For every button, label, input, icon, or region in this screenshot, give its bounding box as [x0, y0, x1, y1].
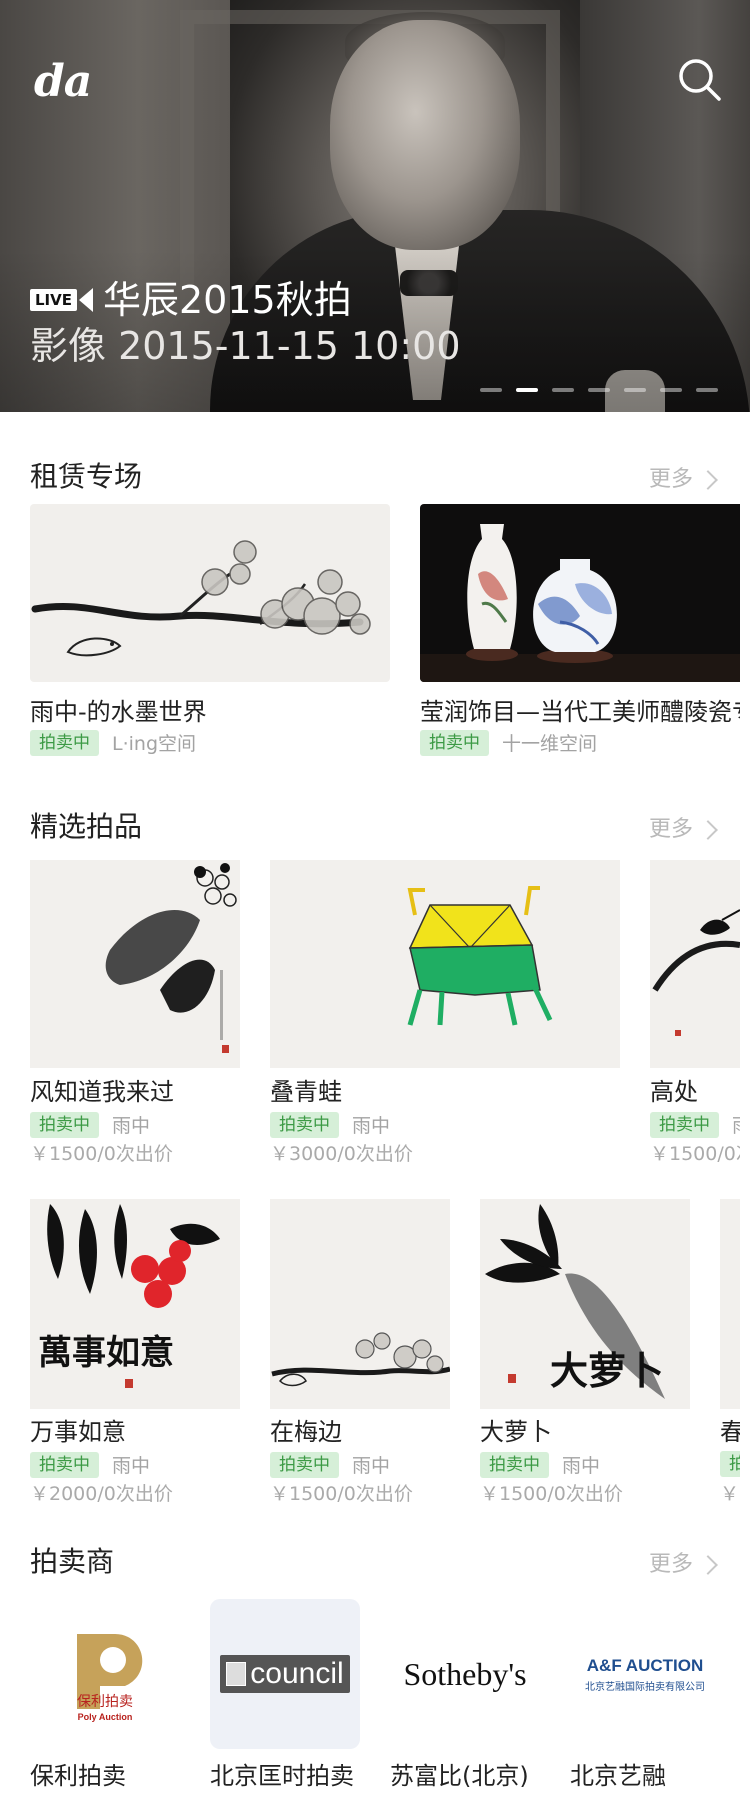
- artwork-title[interactable]: 风知道我来过: [30, 1076, 174, 1108]
- artist-label: 雨中: [562, 1455, 601, 1477]
- artist-label: 雨中: [112, 1455, 151, 1477]
- dealers-section-title: 拍卖商: [30, 1545, 115, 1578]
- artwork-title[interactable]: 叠青蛙: [270, 1076, 342, 1108]
- ink-bird-painting: [105, 863, 237, 1053]
- plum-branch-painting: [271, 1332, 450, 1387]
- status-badge: 拍卖中: [480, 1451, 549, 1478]
- artwork-meta: 拍卖中 雨中: [650, 1111, 740, 1138]
- origami-frog-painting: [407, 886, 553, 1026]
- artwork-meta: 拍卖中 雨中: [480, 1451, 600, 1478]
- featured-section-title: 精选拍品: [30, 810, 143, 843]
- rental-card-image[interactable]: [30, 504, 390, 682]
- artwork-price: ￥1500/0次出价: [650, 1143, 740, 1165]
- status-badge: 拍卖中: [420, 729, 489, 756]
- artwork-title[interactable]: 万事如意: [30, 1416, 126, 1448]
- artist-label: 雨中: [732, 1111, 740, 1138]
- ink-branch-painting: [31, 540, 371, 657]
- artwork-image[interactable]: 大萝卜: [480, 1199, 690, 1409]
- artwork-image[interactable]: 萬事如意: [30, 1199, 240, 1409]
- artwork-image[interactable]: [30, 860, 240, 1068]
- artwork-meta: 拍卖中 雨中: [270, 1111, 390, 1138]
- chevron-right-icon: [698, 1555, 718, 1575]
- artwork-title[interactable]: 在梅边: [270, 1416, 342, 1448]
- porcelain-vases-photo: [420, 524, 740, 682]
- dealer-logo-council[interactable]: council: [210, 1599, 360, 1749]
- artist-label: 雨中: [112, 1115, 151, 1137]
- artwork-meta: 拍卖中 雨中: [270, 1451, 390, 1478]
- dealer-name[interactable]: 北京匡时拍卖: [210, 1760, 354, 1792]
- poly-logo-cn: 保利拍卖: [77, 1694, 133, 1710]
- council-logo: council: [220, 1655, 350, 1693]
- dealer-name[interactable]: 保利拍卖: [30, 1760, 126, 1792]
- artwork-title[interactable]: 春: [720, 1416, 740, 1448]
- dealer-logo-af[interactable]: A&F AUCTION 北京艺融国际拍卖有限公司: [570, 1599, 720, 1749]
- af-auction-logo-sub: 北京艺融国际拍卖有限公司: [585, 1681, 705, 1693]
- artist-label: 雨中: [352, 1455, 391, 1477]
- rental-more-link[interactable]: 更多: [649, 460, 718, 500]
- status-badge: 拍卖中: [270, 1451, 339, 1478]
- featured-more-link[interactable]: 更多: [649, 810, 718, 850]
- status-badge: 拍卖中: [720, 1451, 740, 1477]
- persimmon-painting: 萬事如意: [38, 1204, 220, 1388]
- more-label: 更多: [649, 1552, 694, 1577]
- status-badge: 拍卖中: [30, 729, 99, 756]
- artwork-title[interactable]: 高处: [650, 1076, 698, 1108]
- artwork-meta: 拍卖中 雨中: [30, 1451, 150, 1478]
- artwork-price: ￥: [720, 1483, 740, 1505]
- status-badge: 拍卖中: [30, 1111, 99, 1138]
- venue-label: 十一维空间: [502, 733, 598, 755]
- more-label: 更多: [649, 467, 694, 492]
- rental-card-meta: 拍卖中 十一维空间: [420, 729, 597, 756]
- radish-painting: 大萝卜: [485, 1204, 665, 1399]
- dealer-logo-sothebys[interactable]: Sotheby's: [390, 1599, 540, 1749]
- more-label: 更多: [649, 817, 694, 842]
- dealer-name[interactable]: 北京艺融: [570, 1760, 666, 1792]
- artwork-price: ￥1500/0次出价: [480, 1483, 623, 1505]
- rental-card-meta: 拍卖中 L·ing空间: [30, 729, 196, 756]
- af-auction-logo: A&F AUCTION: [586, 1655, 704, 1675]
- chevron-right-icon: [698, 470, 718, 490]
- artwork-image[interactable]: [270, 860, 620, 1068]
- council-logo-mark: [226, 1662, 247, 1686]
- poly-auction-logo: 保利拍卖 Poly Auction: [77, 1634, 143, 1722]
- artwork-calligraphy: 大萝卜: [550, 1348, 664, 1393]
- artwork-title[interactable]: 大萝卜: [480, 1416, 552, 1448]
- artwork-price: ￥2000/0次出价: [30, 1483, 173, 1505]
- status-badge: 拍卖中: [30, 1451, 99, 1478]
- artwork-price: ￥1500/0次出价: [30, 1143, 173, 1165]
- chevron-right-icon: [698, 820, 718, 840]
- rental-card-title[interactable]: 雨中-的水墨世界: [30, 696, 207, 728]
- rental-card-image[interactable]: [420, 504, 740, 682]
- artwork-calligraphy: 萬事如意: [38, 1333, 174, 1373]
- sothebys-logo: Sotheby's: [403, 1655, 527, 1692]
- status-badge: 拍卖中: [270, 1111, 339, 1138]
- artwork-image[interactable]: [720, 1199, 740, 1409]
- artwork-meta: 拍卖中 雨中: [30, 1111, 150, 1138]
- artwork-price: ￥3000/0次出价: [270, 1143, 413, 1165]
- artwork-image[interactable]: [650, 860, 740, 1068]
- ink-crow-painting: [652, 909, 740, 1036]
- dealers-more-link[interactable]: 更多: [649, 1545, 718, 1585]
- venue-label: L·ing空间: [112, 733, 197, 755]
- artwork-meta: 拍卖中: [720, 1451, 740, 1477]
- rental-card-title[interactable]: 莹润饰目—当代工美师醴陵瓷专场: [420, 696, 740, 728]
- artwork-image[interactable]: [270, 1199, 450, 1409]
- dealer-logo-poly[interactable]: 保利拍卖 Poly Auction: [30, 1599, 180, 1749]
- artist-label: 雨中: [352, 1115, 391, 1137]
- poly-logo-en: Poly Auction: [78, 1712, 133, 1722]
- council-logo-text: council: [250, 1657, 344, 1690]
- status-badge: 拍卖中: [650, 1111, 719, 1138]
- artwork-price: ￥1500/0次出价: [270, 1483, 413, 1505]
- dealer-name[interactable]: 苏富比(北京): [390, 1760, 529, 1792]
- rental-section-title: 租赁专场: [30, 460, 143, 493]
- content-area: 租赁专场 更多 雨中-的水墨世界 拍卖中 L·ing空间 莹润饰目—当代工美师醴…: [0, 0, 740, 1814]
